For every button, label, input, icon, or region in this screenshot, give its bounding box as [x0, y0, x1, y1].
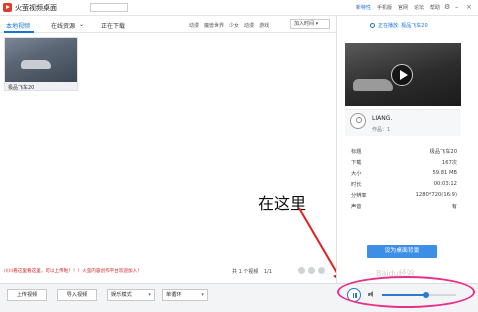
- info-row-downloads: 下载 167次: [351, 159, 457, 168]
- next-page-button[interactable]: [308, 267, 315, 274]
- chevron-down-icon[interactable]: ⌄: [79, 21, 84, 28]
- link-new-features[interactable]: 新特性: [356, 4, 371, 11]
- author-name[interactable]: LIANG.: [372, 115, 392, 122]
- sort-label: 加入时间: [294, 21, 315, 27]
- video-name: 极品飞车20: [8, 85, 35, 91]
- car-shape: [353, 79, 393, 91]
- avatar[interactable]: [350, 113, 366, 129]
- set-desktop-background-button[interactable]: 设为桌面背景: [367, 245, 437, 258]
- annotation-text: 在这里: [258, 194, 307, 213]
- category-anime-2[interactable]: 动漫: [244, 22, 254, 29]
- info-row-resolution: 分辨率 1280*720(16:9): [351, 192, 457, 201]
- close-icon[interactable]: ×: [466, 3, 472, 11]
- upload-video-button[interactable]: 上传视频: [7, 289, 47, 301]
- link-forum[interactable]: 论坛: [414, 4, 424, 11]
- category-list: 动漫 魔兽世界 少女 动漫 游戏: [189, 22, 269, 29]
- info-key: 下载: [351, 160, 362, 166]
- car-shape: [21, 60, 51, 69]
- info-value: 极品飞车20: [429, 149, 457, 155]
- info-row-sound: 声音 有: [351, 203, 457, 212]
- info-row-size: 大小 59.81 MB: [351, 170, 457, 179]
- info-key: 大小: [351, 171, 362, 177]
- info-key: 分辨率: [351, 193, 367, 199]
- page-indicator: 1/1: [263, 269, 273, 275]
- minimize-icon[interactable]: –: [455, 3, 459, 11]
- tab-local-videos[interactable]: 本地视频: [6, 21, 30, 30]
- loop-select[interactable]: 单循环: [162, 289, 208, 301]
- category-games[interactable]: 游戏: [259, 22, 269, 29]
- now-playing-icon: [370, 23, 375, 28]
- info-value: 1280*720(16:9): [415, 192, 457, 198]
- video-count: 共 1 个视频: [232, 269, 259, 275]
- info-row-title: 标题 极品飞车20: [351, 148, 457, 157]
- top-links: 新特性 手机版 官网 论坛 帮助: [356, 4, 440, 11]
- info-key: 声音: [351, 204, 362, 210]
- settings-icon[interactable]: ⚙: [444, 3, 450, 11]
- category-anime[interactable]: 动漫: [189, 22, 199, 29]
- info-value: 00:03:12: [433, 181, 457, 187]
- category-girls[interactable]: 少女: [229, 22, 239, 29]
- prev-page-button[interactable]: [298, 267, 305, 274]
- video-tile[interactable]: 极品飞车20: [4, 37, 78, 91]
- info-value: 167次: [441, 160, 457, 166]
- tab-bar: 本地视频 在线资源 ⌄ 正在下载 动漫 魔兽世界 少女 动漫 游戏 加入时间 ▾: [0, 16, 336, 33]
- mode-select[interactable]: 娱乐模式: [107, 289, 155, 301]
- mode-label: 娱乐模式: [111, 292, 132, 298]
- last-page-button[interactable]: [318, 267, 325, 274]
- link-official-site[interactable]: 官网: [398, 4, 408, 11]
- info-value: 59.81 MB: [432, 170, 457, 176]
- info-key: 标题: [351, 149, 362, 155]
- sort-dropdown[interactable]: 加入时间 ▾: [290, 19, 330, 29]
- link-help[interactable]: 帮助: [430, 4, 440, 11]
- app-title: 火萤视频桌面: [15, 4, 57, 12]
- annotation-ellipse: [337, 276, 475, 308]
- search-input[interactable]: [90, 3, 128, 12]
- tab-online-resources[interactable]: 在线资源: [51, 21, 75, 30]
- author-works: 作品：1: [372, 127, 391, 133]
- notice-text: 川川看这里看这里，可以上传啦！！！火萤内容创作平台欢迎加入！: [4, 269, 142, 274]
- now-playing-text: 正在播放: 极品飞车20: [378, 23, 428, 29]
- info-row-duration: 时长 00:03:12: [351, 181, 457, 190]
- link-mobile[interactable]: 手机版: [377, 4, 392, 11]
- tab-downloading[interactable]: 正在下载: [101, 21, 125, 30]
- info-key: 时长: [351, 182, 362, 188]
- info-value: 有: [451, 204, 457, 210]
- loop-label: 单循环: [166, 292, 182, 298]
- category-wow[interactable]: 魔兽世界: [204, 22, 224, 29]
- import-video-button[interactable]: 导入视频: [57, 289, 97, 301]
- app-logo-icon: [3, 3, 12, 12]
- play-icon[interactable]: [391, 64, 413, 86]
- video-thumbnail[interactable]: [5, 38, 77, 82]
- pager: 共 1 个视频 1/1: [232, 268, 272, 275]
- tab-underline: [4, 31, 34, 33]
